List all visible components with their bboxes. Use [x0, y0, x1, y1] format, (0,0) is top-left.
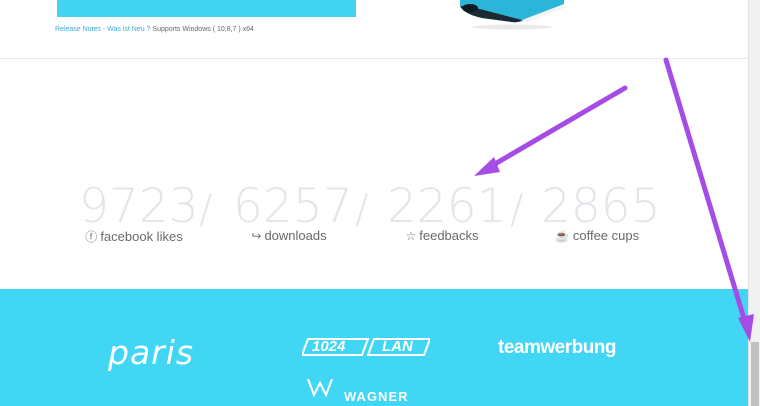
- stat-label-text: coffee cups: [572, 228, 640, 243]
- download-button[interactable]: [57, 0, 356, 17]
- stat-separator: /: [510, 187, 524, 233]
- supports-text: Supports Windows ( 10,8,7 ) x64: [150, 26, 254, 33]
- stat-feedbacks: 2261 ☆ feedbacks: [387, 179, 507, 244]
- stat-label: ☕ coffee cups: [541, 228, 653, 243]
- coffee-icon: ☕: [554, 229, 570, 243]
- stat-facebook-likes: 9723 ⓕ facebook likes: [79, 179, 199, 245]
- vertical-scrollbar[interactable]: [748, 0, 760, 406]
- stat-separator: /: [199, 187, 213, 233]
- stat-label-text: feedbacks: [419, 228, 479, 243]
- facebook-icon: ⓕ: [85, 230, 98, 244]
- stat-coffee-cups: 2865 ☕ coffee cups: [541, 179, 661, 244]
- release-notes-link[interactable]: Release Notes - Was ist Neu ?: [55, 26, 150, 33]
- scrollbar-thumb[interactable]: [751, 342, 759, 406]
- teamwerbung-logo[interactable]: teamwerbung: [498, 337, 617, 359]
- download-section: Release Notes - Was ist Neu ? Supports W…: [0, 0, 749, 59]
- stat-label-text: facebook likes: [100, 229, 183, 244]
- stat-downloads: 6257 ↪ downloads: [233, 179, 353, 244]
- lan-text: LAN: [382, 338, 413, 355]
- sponsors-section: paris 1024 LAN teamwerbung WAGNER: [0, 289, 748, 406]
- paris-logo[interactable]: paris: [108, 333, 194, 372]
- lan-number: 1024: [312, 338, 346, 355]
- product-image: [460, 0, 564, 30]
- wagner-text: WAGNER: [344, 389, 409, 404]
- stat-label-text: downloads: [264, 228, 327, 243]
- stat-value: 2865: [541, 179, 661, 234]
- stat-value: 6257: [233, 179, 353, 234]
- stats-section: 9723 ⓕ facebook likes / 6257 ↪ downloads /…: [0, 59, 748, 289]
- stat-value: 9723: [79, 179, 199, 234]
- share-icon: ↪: [251, 229, 262, 243]
- release-info: Release Notes - Was ist Neu ? Supports W…: [55, 26, 254, 33]
- stat-value: 2261: [387, 179, 507, 234]
- stat-label: ⓕ facebook likes: [79, 228, 189, 245]
- 1024-lan-logo[interactable]: 1024 LAN: [300, 337, 432, 357]
- wagner-mark-icon: [307, 378, 333, 397]
- stat-separator: /: [355, 187, 369, 233]
- star-icon: ☆: [405, 229, 417, 243]
